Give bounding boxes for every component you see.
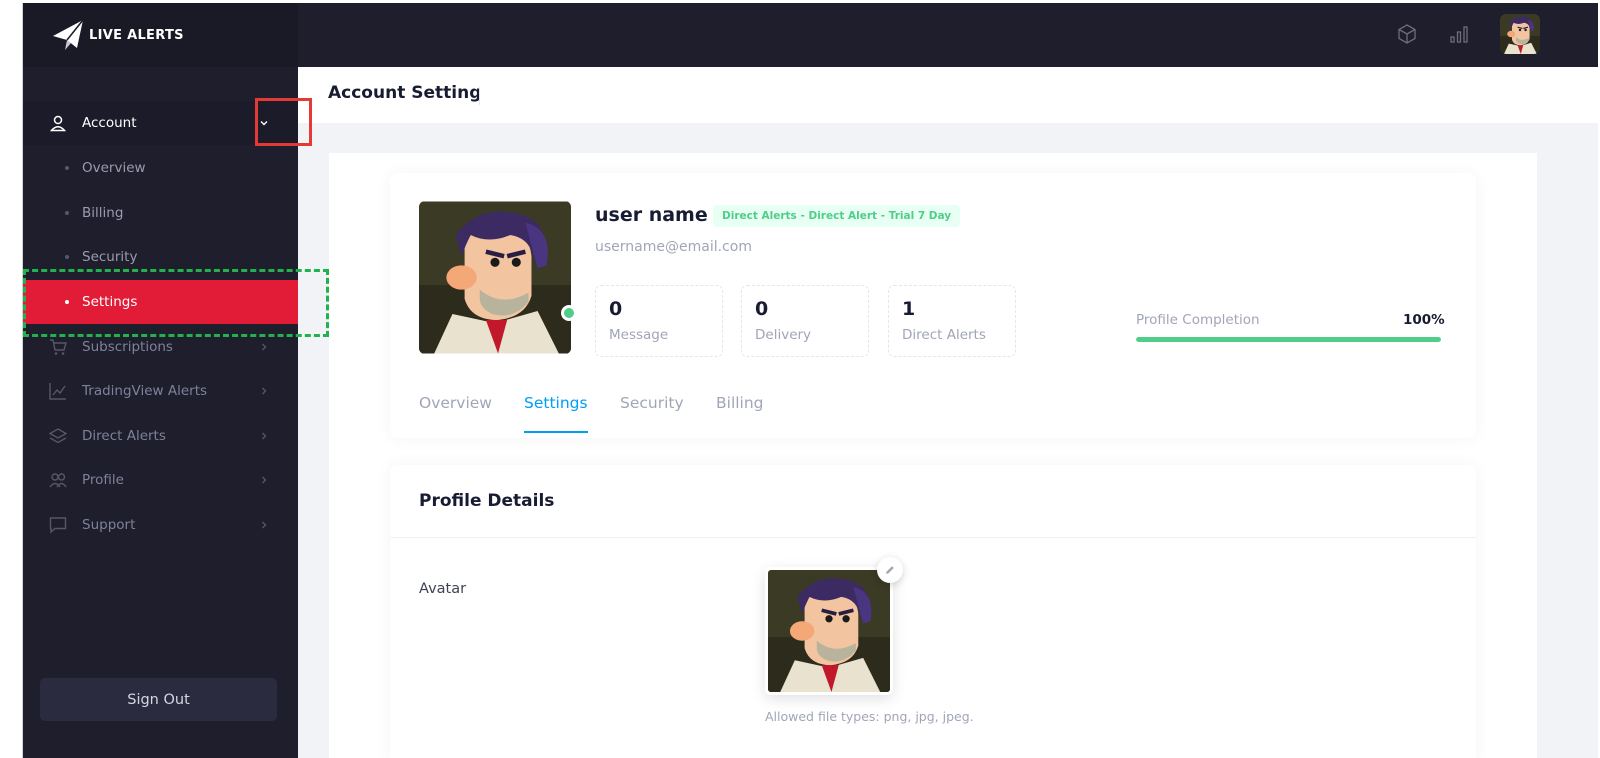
logo[interactable]: LIVE ALERTS xyxy=(23,3,298,67)
page-title: Account Setting xyxy=(328,83,482,103)
pencil-icon xyxy=(886,566,894,574)
chart-line-icon xyxy=(49,383,66,400)
sign-out-button[interactable]: Sign Out xyxy=(40,678,277,721)
section-divider xyxy=(390,537,1476,538)
sidebar-subitem-overview[interactable]: Overview xyxy=(23,146,298,190)
profile-completion-bar xyxy=(1136,337,1441,342)
highlight-box-red xyxy=(255,98,312,146)
tab-overview[interactable]: Overview xyxy=(419,394,492,412)
cube-icon[interactable] xyxy=(1396,23,1418,45)
tab-settings[interactable]: Settings xyxy=(524,394,588,412)
stat-value: 0 xyxy=(755,298,769,320)
profile-completion-value: 100% xyxy=(1403,312,1445,328)
page-toolbar: Account Setting xyxy=(298,67,1598,123)
stat-card-message: 0 Message xyxy=(595,285,723,357)
chevron-right-icon xyxy=(262,521,267,529)
app-window: LIVE ALERTS Account Overview Billing Sec… xyxy=(22,3,1598,758)
title-divider xyxy=(479,87,480,105)
sidebar-item-label: Profile xyxy=(82,472,124,488)
stat-value: 0 xyxy=(609,298,623,320)
profile-completion-label: Profile Completion xyxy=(1136,312,1260,328)
stat-card-delivery: 0 Delivery xyxy=(741,285,869,357)
signal-bars-icon[interactable] xyxy=(1448,23,1470,45)
avatar-field-label: Avatar xyxy=(419,581,467,597)
paper-plane-logo-icon xyxy=(53,19,84,50)
sidebar-item-label: Direct Alerts xyxy=(82,428,166,444)
sidebar-item-profile[interactable]: Profile xyxy=(23,458,298,502)
bullet-icon xyxy=(65,211,69,215)
bullet-icon xyxy=(65,255,69,259)
stat-label: Message xyxy=(609,327,669,343)
stat-card-direct-alerts: 1 Direct Alerts xyxy=(888,285,1016,357)
top-header xyxy=(298,3,1598,67)
stat-value: 1 xyxy=(902,298,916,320)
profile-completion-fill xyxy=(1136,337,1441,342)
chevron-right-icon xyxy=(262,476,267,484)
allowed-file-types-hint: Allowed file types: png, jpg, jpeg. xyxy=(765,709,974,724)
online-status-indicator xyxy=(561,305,577,321)
cart-icon xyxy=(50,339,67,355)
stat-label: Delivery xyxy=(755,327,812,343)
sidebar-item-label: Account xyxy=(82,115,137,131)
highlight-box-green xyxy=(23,269,329,337)
profile-user-name: user name xyxy=(595,204,708,226)
user-avatar[interactable] xyxy=(1500,14,1540,54)
layers-icon xyxy=(49,428,67,444)
logo-text: LIVE ALERTS xyxy=(89,27,184,43)
avatar-upload-preview[interactable] xyxy=(765,567,893,695)
sidebar-item-tradingview-alerts[interactable]: TradingView Alerts xyxy=(23,369,298,413)
sidebar-item-direct-alerts[interactable]: Direct Alerts xyxy=(23,414,298,458)
sidebar-item-label: Support xyxy=(82,517,136,533)
tab-billing[interactable]: Billing xyxy=(716,394,764,412)
profile-photo xyxy=(419,201,571,354)
profile-email: username@email.com xyxy=(595,239,752,255)
sidebar-item-label: TradingView Alerts xyxy=(82,383,208,399)
tab-security[interactable]: Security xyxy=(620,394,684,412)
stat-label: Direct Alerts xyxy=(902,327,986,343)
avatar-preview-image xyxy=(768,570,890,692)
active-tab-indicator xyxy=(524,431,588,433)
chevron-right-icon xyxy=(262,343,267,351)
profile-photo-image xyxy=(419,201,571,354)
sidebar-subitem-billing[interactable]: Billing xyxy=(23,191,298,235)
edit-avatar-button[interactable] xyxy=(877,557,903,583)
message-icon xyxy=(49,517,67,534)
user-icon xyxy=(49,115,67,132)
plan-badge: Direct Alerts - Direct Alert - Trial 7 D… xyxy=(713,205,961,227)
sidebar-item-label: Subscriptions xyxy=(82,339,173,355)
sidebar-subitem-label: Billing xyxy=(82,205,124,221)
chevron-right-icon xyxy=(262,432,267,440)
avatar-image xyxy=(1500,14,1540,54)
profile-details-title: Profile Details xyxy=(419,491,555,511)
sidebar-item-support[interactable]: Support xyxy=(23,503,298,547)
bullet-icon xyxy=(65,166,69,170)
chevron-right-icon xyxy=(262,387,267,395)
users-icon xyxy=(49,473,67,488)
sidebar-subitem-label: Overview xyxy=(82,160,146,176)
sidebar-subitem-label: Security xyxy=(82,249,138,265)
